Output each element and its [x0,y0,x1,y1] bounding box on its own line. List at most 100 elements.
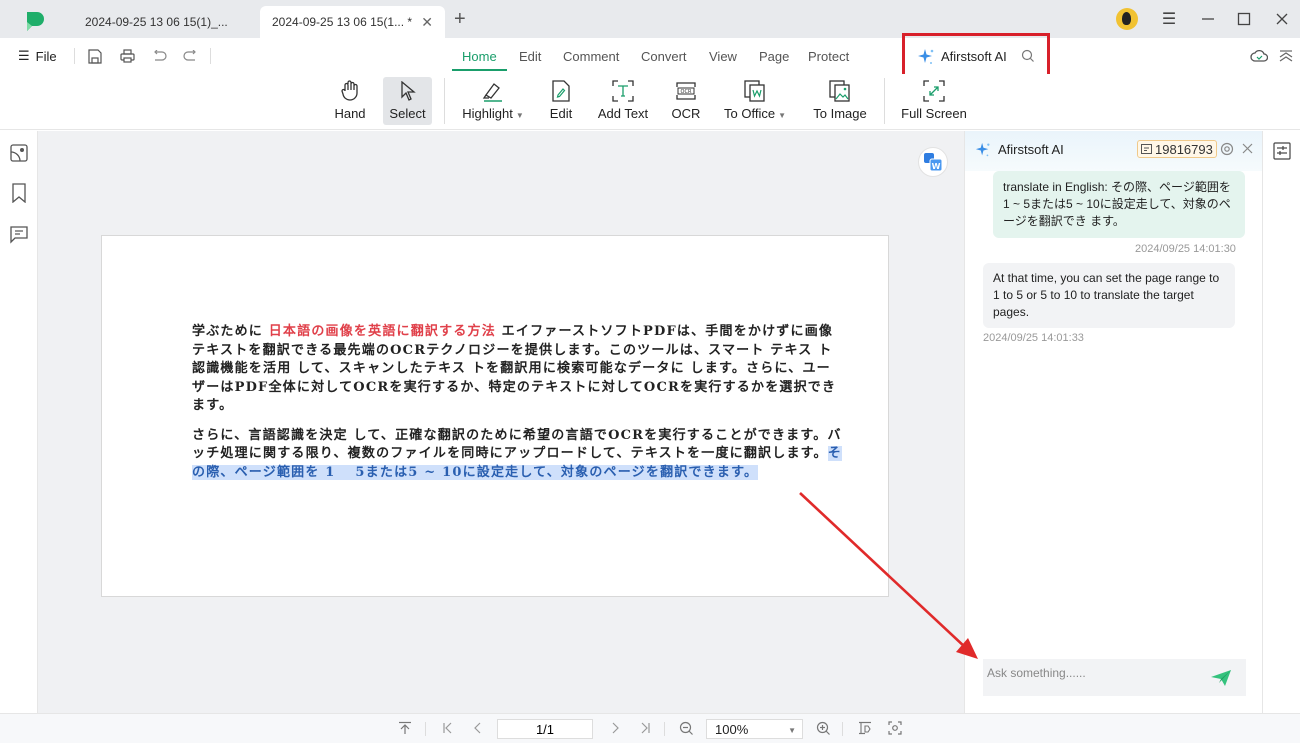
afirstsoft-ai-button[interactable]: Afirstsoft AI [902,33,1050,80]
zoom-value: 100% [715,721,749,737]
divider [444,78,445,124]
maximize-button[interactable] [1232,7,1256,31]
ai-panel-title: Afirstsoft AI [998,142,1064,157]
message-timestamp: 2024/09/25 14:01:33 [983,332,1084,344]
file-label: File [35,48,57,64]
fit-width-icon[interactable] [857,720,873,736]
menu-row: ☰ File Home Edit Comment Convert View Pa… [0,38,1300,74]
previous-page-icon[interactable] [470,720,486,736]
zoom-in-icon[interactable] [815,720,831,736]
credits-badge[interactable]: 19816793 [1137,140,1217,158]
tab-home[interactable]: Home [452,49,507,71]
ask-input-box[interactable] [983,659,1246,696]
search-icon[interactable] [1021,49,1035,63]
tool-label: Full Screen [901,106,967,121]
divider [74,48,75,64]
tab-edit[interactable]: Edit [519,49,541,64]
to-image-tool-button[interactable]: To Image [808,77,872,125]
next-page-icon[interactable] [607,720,623,736]
paragraph-2: さらに、言語認識を決定 して、正確な翻訳のために希望の言語でOCRを実行すること… [192,427,842,480]
ai-assistant-panel: Afirstsoft AI 19816793 translate in Engl… [964,131,1263,713]
minimize-button[interactable] [1196,7,1220,31]
ocr-tool-button[interactable]: OCR OCR [668,77,704,125]
tab-label: 2024-09-25 13 06 15(1... * [272,15,413,29]
select-tool-button[interactable]: Select [383,77,432,125]
translate-button[interactable]: W [918,147,948,177]
menu-lines-icon: ☰ [18,48,30,63]
user-message: translate in English: その際、ページ範囲を 1 ~ 5また… [993,171,1245,238]
message-timestamp: 2024/09/25 14:01:30 [1135,243,1236,255]
right-sidebar [1262,131,1300,713]
ribbon-toolbar: Hand Select Highlight ▼ Edit Add Text OCR… [0,74,1300,130]
tool-label: Add Text [597,106,649,121]
red-title-text: 日本語の画像を英語に翻訳する方法 [268,324,496,339]
bookmark-icon[interactable] [9,183,29,203]
redo-icon[interactable] [181,47,199,65]
last-page-icon[interactable] [637,720,653,736]
thumbnails-icon[interactable] [9,143,29,163]
tab-protect[interactable]: Protect [808,49,849,64]
close-tab-icon[interactable]: ✕ [421,14,433,31]
scroll-to-top-icon[interactable] [397,720,413,736]
svg-text:W: W [932,162,941,171]
tool-label: OCR [671,106,701,121]
divider [842,722,843,736]
tab-page[interactable]: Page [759,49,789,64]
edit-tool-button[interactable]: Edit [544,77,578,125]
highlighter-icon [481,79,505,103]
hand-tool-button[interactable]: Hand [330,77,370,125]
assistant-message: At that time, you can set the page range… [983,263,1235,328]
left-sidebar [0,131,38,713]
comment-icon[interactable] [9,224,29,244]
cloud-sync-icon[interactable] [1250,47,1268,65]
ai-panel-header: Afirstsoft AI 19816793 [965,131,1263,171]
cursor-icon [396,79,420,103]
divider [884,78,885,124]
tab-document-2[interactable]: 2024-09-25 13 06 15(1... * ✕ [260,6,445,38]
pdf-page[interactable]: 学ぶために 日本語の画像を英語に翻訳する方法 エイファーストソフトPDFは、手間… [101,235,889,597]
hamburger-menu-icon[interactable]: ☰ [1157,7,1181,31]
print-icon[interactable] [118,47,136,65]
highlight-tool-button[interactable]: Highlight ▼ [458,77,528,125]
properties-icon[interactable] [1273,142,1291,160]
tab-view[interactable]: View [709,49,737,64]
pdf-text-content[interactable]: 学ぶために 日本語の画像を英語に翻訳する方法 エイファーストソフトPDFは、手間… [192,323,842,493]
document-viewer[interactable]: W 学ぶために 日本語の画像を英語に翻訳する方法 エイファーストソフトPDFは、… [38,131,964,713]
credits-value: 19816793 [1155,141,1213,157]
zoom-level-select[interactable]: 100% ▼ [706,719,803,739]
edit-icon [549,79,573,103]
tool-label: Hand [334,106,366,121]
zoom-out-icon[interactable] [678,720,694,736]
ask-input[interactable] [983,661,1203,685]
undo-icon[interactable] [150,47,168,65]
screenshot-icon[interactable] [887,720,903,736]
app-logo-icon [27,12,44,31]
close-window-button[interactable] [1270,7,1294,31]
translate-icon: W [924,153,943,172]
send-icon[interactable] [1210,669,1232,687]
file-menu-button[interactable]: ☰ File [18,48,57,64]
chevron-down-icon: ▼ [788,726,796,735]
page-number-input[interactable] [497,719,593,739]
save-icon[interactable] [86,47,104,65]
divider [664,722,665,736]
tab-label: 2024-09-25 13 06 15(1)_... [85,15,228,29]
to-office-icon [743,79,767,103]
to-image-icon [828,79,852,103]
full-screen-button[interactable]: Full Screen [898,77,970,125]
tool-label: To Image [813,106,867,121]
close-panel-icon[interactable] [1242,143,1253,154]
first-page-icon[interactable] [440,720,456,736]
to-office-tool-button[interactable]: To Office ▼ [720,77,790,125]
settings-icon[interactable] [1220,142,1234,156]
add-text-tool-button[interactable]: Add Text [593,77,653,125]
new-tab-button[interactable]: + [454,8,466,31]
tool-label: Select [389,106,426,121]
tool-label: Highlight ▼ [462,106,524,121]
collapse-ribbon-icon[interactable] [1277,47,1295,65]
tab-comment[interactable]: Comment [563,49,619,64]
user-avatar[interactable] [1116,8,1138,30]
tab-document-1[interactable]: 2024-09-25 13 06 15(1)_... [73,6,258,38]
divider [210,48,211,64]
tab-convert[interactable]: Convert [641,49,687,64]
